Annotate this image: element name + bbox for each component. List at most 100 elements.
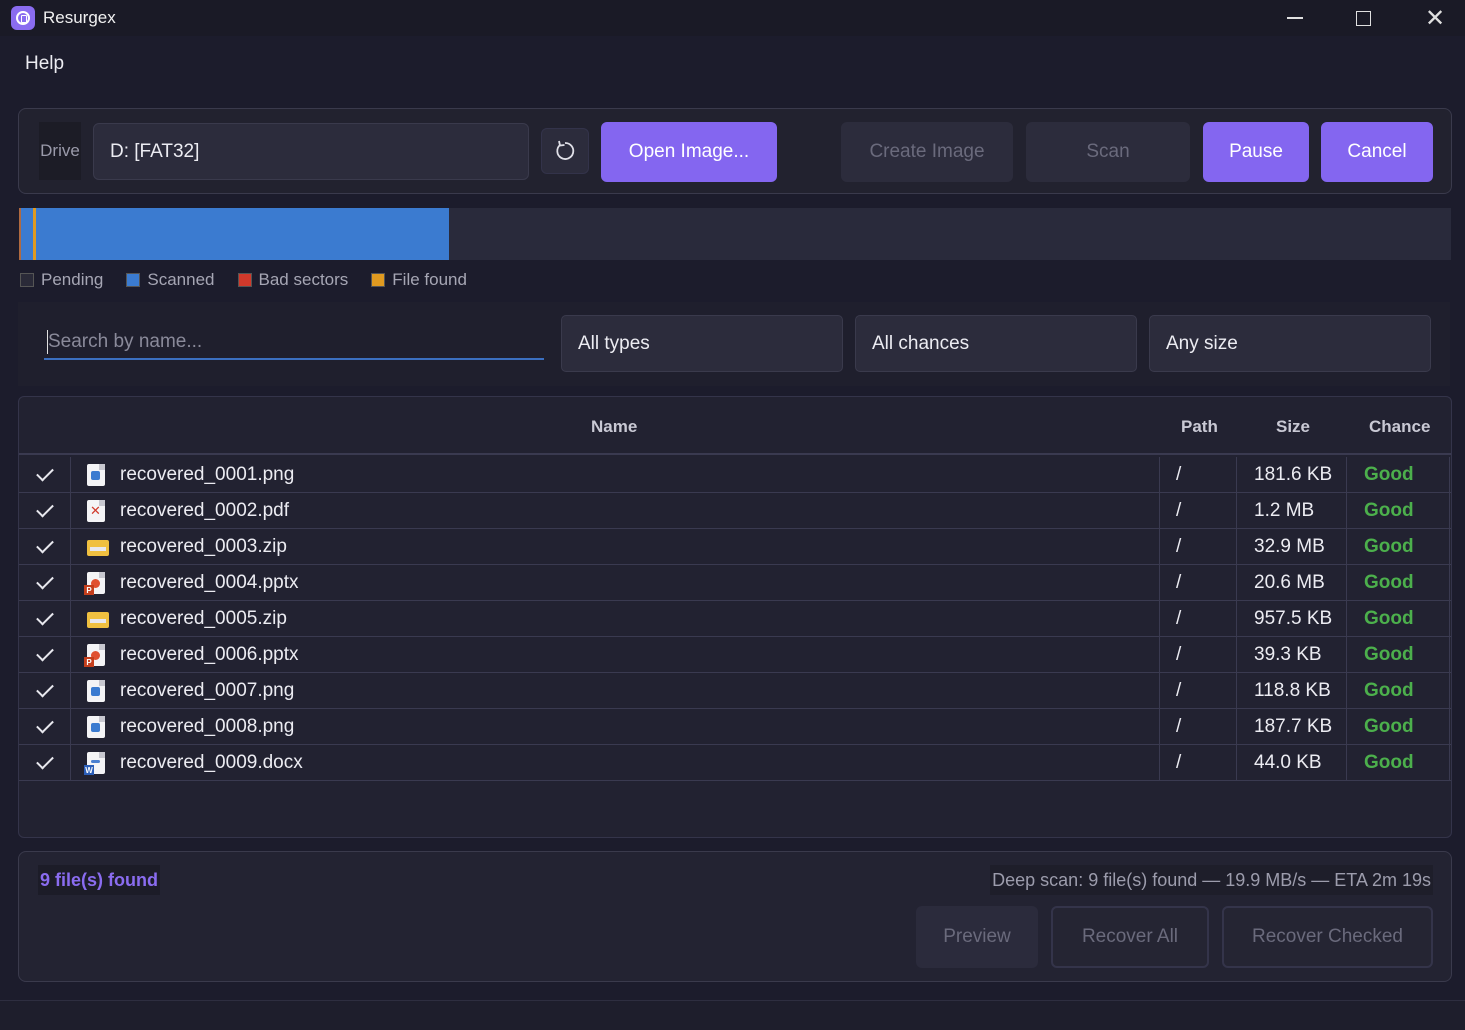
- scan-button[interactable]: Scan: [1026, 122, 1190, 182]
- chance-filter-dropdown[interactable]: All chances: [855, 315, 1137, 372]
- file-type-icon-cell: W: [84, 745, 109, 781]
- row-checkbox[interactable]: [19, 745, 71, 781]
- search-input[interactable]: Search by name...: [44, 326, 544, 360]
- recovery-chance: Good: [1346, 637, 1450, 673]
- table-row[interactable]: ✕ recovered_0002.pdf / 1.2 MB Good: [19, 493, 1451, 529]
- file-name: recovered_0005.zip: [120, 608, 287, 629]
- file-type-icon-cell: [87, 673, 109, 709]
- recovery-chance: Good: [1346, 673, 1450, 709]
- row-checkbox[interactable]: [19, 457, 71, 493]
- app-logo-icon: [11, 6, 35, 30]
- table-row[interactable]: Wrecovered_0009.docx / 44.0 KB Good: [19, 745, 1451, 781]
- row-checkbox[interactable]: [19, 637, 71, 673]
- row-checkbox[interactable]: [19, 601, 71, 637]
- pptx-file-icon: P: [84, 572, 105, 595]
- file-size: 118.8 KB: [1254, 680, 1331, 701]
- column-header-size[interactable]: Size: [1276, 417, 1310, 437]
- file-size: 957.5 KB: [1254, 608, 1333, 629]
- legend-pending: Pending: [20, 270, 103, 290]
- open-image-button[interactable]: Open Image...: [601, 122, 777, 182]
- legend-label: Scanned: [147, 270, 215, 289]
- recover-checked-button[interactable]: Recover Checked: [1222, 906, 1433, 968]
- file-size: 181.6 KB: [1254, 464, 1333, 485]
- create-image-button[interactable]: Create Image: [841, 122, 1013, 182]
- file-size: 187.7 KB: [1254, 716, 1333, 737]
- file-path: /: [1159, 709, 1237, 745]
- row-checkbox[interactable]: [19, 709, 71, 745]
- table-row[interactable]: recovered_0001.png / 181.6 KB Good: [19, 457, 1451, 493]
- checkmark-icon: [35, 751, 54, 770]
- refresh-drives-button[interactable]: [541, 128, 589, 174]
- file-name: recovered_0003.zip: [120, 536, 287, 557]
- close-window-button[interactable]: ✕: [1400, 0, 1465, 36]
- checkmark-icon: [35, 571, 54, 590]
- row-checkbox[interactable]: [19, 493, 71, 529]
- cancel-button[interactable]: Cancel: [1321, 122, 1433, 182]
- legend-swatch: [237, 273, 252, 287]
- minimize-button[interactable]: [1260, 0, 1330, 36]
- file-size: 20.6 MB: [1254, 572, 1325, 593]
- file-name: recovered_0006.pptx: [120, 644, 299, 665]
- results-table: Name Path Size Chance recovered_0001.png…: [18, 396, 1452, 838]
- checkmark-icon: [35, 463, 54, 482]
- file-size: 39.3 KB: [1254, 644, 1322, 665]
- checkmark-icon: [35, 607, 54, 626]
- row-checkbox[interactable]: [19, 565, 71, 601]
- file-path: /: [1159, 673, 1237, 709]
- png-file-icon: [87, 716, 105, 738]
- file-type-icon-cell: [87, 709, 109, 745]
- refresh-icon: [556, 140, 575, 160]
- pause-button[interactable]: Pause: [1203, 122, 1309, 182]
- table-row[interactable]: Precovered_0006.pptx / 39.3 KB Good: [19, 637, 1451, 673]
- preview-button[interactable]: Preview: [916, 906, 1038, 968]
- drive-label: Drive: [39, 122, 81, 180]
- table-row[interactable]: recovered_0007.png / 118.8 KB Good: [19, 673, 1451, 709]
- file-path: /: [1159, 745, 1237, 781]
- legend-label: File found: [392, 270, 467, 289]
- status-bar: [0, 1000, 1465, 1030]
- search-placeholder: Search by name...: [48, 331, 203, 352]
- column-header-name[interactable]: Name: [591, 417, 637, 437]
- recovery-chance: Good: [1346, 457, 1450, 493]
- menu-help[interactable]: Help: [25, 53, 64, 75]
- start-marker: [19, 208, 21, 260]
- drive-select[interactable]: D: [FAT32]: [93, 123, 529, 180]
- type-filter-dropdown[interactable]: All types: [561, 315, 843, 372]
- checkmark-icon: [35, 535, 54, 554]
- file-type-icon-cell: P: [84, 565, 109, 601]
- checkmark-icon: [35, 679, 54, 698]
- file-name: recovered_0007.png: [120, 680, 295, 701]
- file-type-icon-cell: ✕: [87, 493, 109, 529]
- pdf-file-icon: ✕: [87, 500, 105, 522]
- row-checkbox[interactable]: [19, 529, 71, 565]
- legend-file-found: File found: [371, 270, 467, 290]
- zip-file-icon: [87, 540, 109, 556]
- file-name: recovered_0001.png: [120, 464, 295, 485]
- file-path: /: [1159, 493, 1237, 529]
- scan-status-text: Deep scan: 9 file(s) found — 19.9 MB/s —…: [990, 865, 1433, 895]
- table-row[interactable]: recovered_0005.zip / 957.5 KB Good: [19, 601, 1451, 637]
- file-found-marker: [33, 208, 36, 260]
- table-row[interactable]: recovered_0008.png / 187.7 KB Good: [19, 709, 1451, 745]
- footer-panel: 9 file(s) found Deep scan: 9 file(s) fou…: [18, 851, 1452, 982]
- scan-map-legend: Pending Scanned Bad sectors File found: [20, 270, 490, 290]
- scanned-region: [19, 208, 449, 260]
- file-name: recovered_0002.pdf: [120, 500, 290, 521]
- table-row[interactable]: recovered_0003.zip / 32.9 MB Good: [19, 529, 1451, 565]
- maximize-button[interactable]: [1328, 0, 1398, 36]
- window-title: Resurgex: [43, 8, 116, 27]
- table-row[interactable]: Precovered_0004.pptx / 20.6 MB Good: [19, 565, 1451, 601]
- recovery-chance: Good: [1346, 601, 1450, 637]
- scan-progress-map: [19, 208, 1451, 260]
- pptx-file-icon: P: [84, 644, 105, 667]
- legend-swatch: [371, 273, 386, 287]
- file-name: recovered_0009.docx: [120, 752, 303, 773]
- file-path: /: [1159, 457, 1237, 493]
- column-header-chance[interactable]: Chance: [1369, 417, 1430, 437]
- file-type-icon-cell: [87, 601, 109, 637]
- legend-bad-sectors: Bad sectors: [237, 270, 348, 290]
- recover-all-button[interactable]: Recover All: [1051, 906, 1209, 968]
- size-filter-dropdown[interactable]: Any size: [1149, 315, 1431, 372]
- column-header-path[interactable]: Path: [1181, 417, 1218, 437]
- row-checkbox[interactable]: [19, 673, 71, 709]
